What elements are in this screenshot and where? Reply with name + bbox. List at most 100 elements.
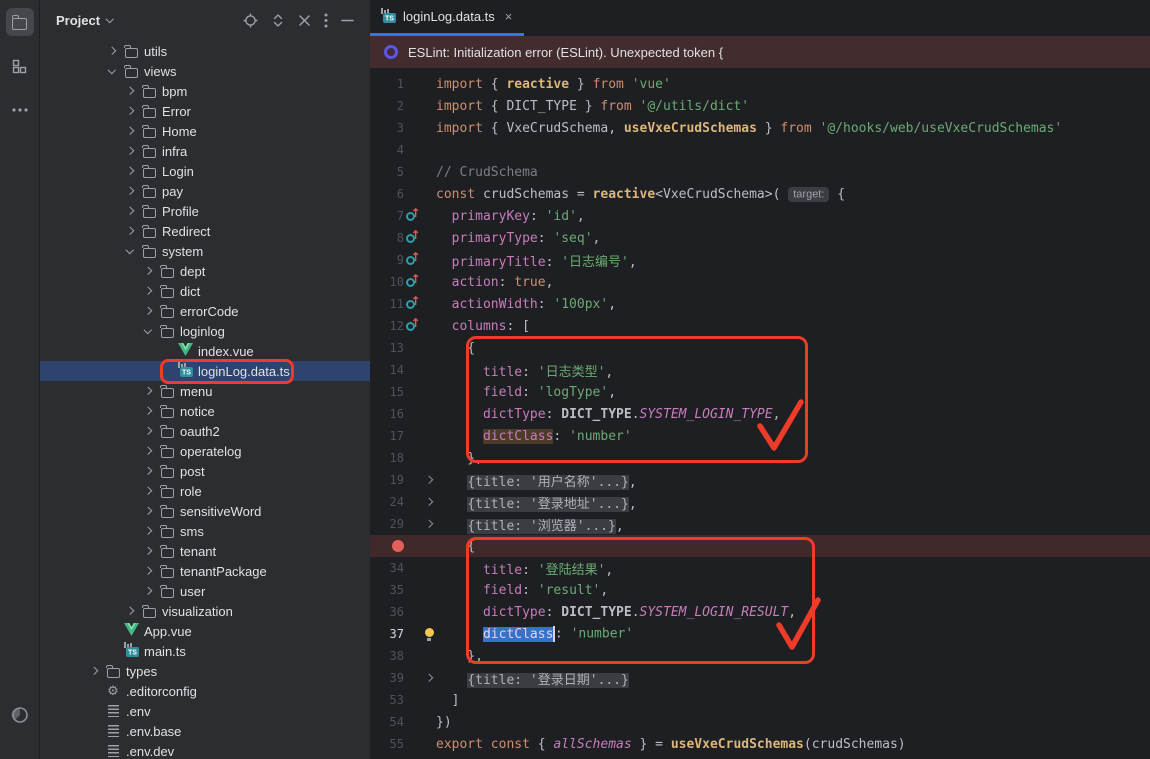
- line-number[interactable]: 9: [370, 253, 404, 267]
- fold-chevron-icon[interactable]: [425, 476, 433, 484]
- tree-item-views[interactable]: views: [40, 61, 370, 81]
- tree-item-tenant[interactable]: tenant: [40, 541, 370, 561]
- tree-item-sms[interactable]: sms: [40, 521, 370, 541]
- line-number[interactable]: 8: [370, 231, 404, 245]
- tree-item-system[interactable]: system: [40, 241, 370, 261]
- line-number[interactable]: 10: [370, 275, 404, 289]
- line-number[interactable]: 36: [370, 605, 404, 619]
- code-line[interactable]: 36 dictType: DICT_TYPE.SYSTEM_LOGIN_RESU…: [370, 601, 1150, 623]
- code-line[interactable]: 2import { DICT_TYPE } from '@/utils/dict…: [370, 95, 1150, 117]
- tree-item-infra[interactable]: infra: [40, 141, 370, 161]
- line-number[interactable]: 53: [370, 693, 404, 707]
- code-line[interactable]: 29 {title: '浏览器'...},: [370, 513, 1150, 535]
- line-number[interactable]: 11: [370, 297, 404, 311]
- line-number[interactable]: 12: [370, 319, 404, 333]
- tree-item-visualization[interactable]: visualization: [40, 601, 370, 621]
- line-number[interactable]: 54: [370, 715, 404, 729]
- code-line[interactable]: 1import { reactive } from 'vue': [370, 73, 1150, 95]
- code-line[interactable]: 34 title: '登陆结果',: [370, 557, 1150, 579]
- tree-item-loginlog-data-ts[interactable]: TSloginLog.data.ts: [40, 361, 370, 381]
- line-number[interactable]: 1: [370, 77, 404, 91]
- line-number[interactable]: 35: [370, 583, 404, 597]
- code-line[interactable]: 3import { VxeCrudSchema, useVxeCrudSchem…: [370, 117, 1150, 139]
- code-line[interactable]: 14 title: '日志类型',: [370, 359, 1150, 381]
- code-line[interactable]: 10 action: true,: [370, 271, 1150, 293]
- line-number[interactable]: 15: [370, 385, 404, 399]
- code-line[interactable]: 6const crudSchemas = reactive<VxeCrudSch…: [370, 183, 1150, 205]
- tree-item--env-dev[interactable]: .env.dev: [40, 741, 370, 759]
- line-number[interactable]: 18: [370, 451, 404, 465]
- collapse-all-icon[interactable]: [298, 14, 311, 27]
- breakpoint-icon[interactable]: [392, 540, 404, 552]
- code-line[interactable]: 24 {title: '登录地址'...},: [370, 491, 1150, 513]
- code-line[interactable]: 12 columns: [: [370, 315, 1150, 337]
- line-number[interactable]: 2: [370, 99, 404, 113]
- code-line[interactable]: 4: [370, 139, 1150, 161]
- tree-item--env-base[interactable]: .env.base: [40, 721, 370, 741]
- tree-item-error[interactable]: Error: [40, 101, 370, 121]
- code-line[interactable]: 54}): [370, 711, 1150, 733]
- tree-item-tenantpackage[interactable]: tenantPackage: [40, 561, 370, 581]
- tree-item-oauth2[interactable]: oauth2: [40, 421, 370, 441]
- tree-item-sensitiveword[interactable]: sensitiveWord: [40, 501, 370, 521]
- code-line[interactable]: 17 dictClass: 'number': [370, 425, 1150, 447]
- code-line[interactable]: 19 {title: '用户名称'...},: [370, 469, 1150, 491]
- hide-minimize-icon[interactable]: [341, 19, 354, 22]
- tree-item-dept[interactable]: dept: [40, 261, 370, 281]
- tree-item-menu[interactable]: menu: [40, 381, 370, 401]
- line-number[interactable]: 55: [370, 737, 404, 751]
- tree-item--env[interactable]: .env: [40, 701, 370, 721]
- structure-tool-window-button[interactable]: [6, 52, 34, 80]
- tree-item-redirect[interactable]: Redirect: [40, 221, 370, 241]
- line-number[interactable]: 4: [370, 143, 404, 157]
- line-number[interactable]: 39: [370, 671, 404, 685]
- tab-loginlog-data-ts[interactable]: TS loginLog.data.ts ×: [370, 0, 524, 36]
- tree-item-app-vue[interactable]: App.vue: [40, 621, 370, 641]
- code-line[interactable]: 11 actionWidth: '100px',: [370, 293, 1150, 315]
- line-number[interactable]: 14: [370, 363, 404, 377]
- code-line[interactable]: 8 primaryType: 'seq',: [370, 227, 1150, 249]
- line-number[interactable]: 13: [370, 341, 404, 355]
- code-line[interactable]: 7 primaryKey: 'id',: [370, 205, 1150, 227]
- tree-item-role[interactable]: role: [40, 481, 370, 501]
- lightbulb-icon[interactable]: [425, 628, 434, 637]
- tree-item-types[interactable]: types: [40, 661, 370, 681]
- code-line[interactable]: 18 },: [370, 447, 1150, 469]
- code-line[interactable]: 37 dictClass: 'number': [370, 623, 1150, 645]
- line-number[interactable]: 34: [370, 561, 404, 575]
- line-number[interactable]: 17: [370, 429, 404, 443]
- code-line[interactable]: 53 ]: [370, 689, 1150, 711]
- tree-item-login[interactable]: Login: [40, 161, 370, 181]
- tree-item-pay[interactable]: pay: [40, 181, 370, 201]
- chevron-down-icon[interactable]: [106, 15, 114, 23]
- fold-chevron-icon[interactable]: [425, 498, 433, 506]
- tree-item-notice[interactable]: notice: [40, 401, 370, 421]
- tree-item-errorcode[interactable]: errorCode: [40, 301, 370, 321]
- line-number[interactable]: 5: [370, 165, 404, 179]
- more-tool-windows-button[interactable]: [6, 96, 34, 124]
- options-kebab-icon[interactable]: [324, 13, 328, 28]
- code-line[interactable]: 35 field: 'result',: [370, 579, 1150, 601]
- expand-all-icon[interactable]: [271, 13, 285, 28]
- line-number[interactable]: [370, 540, 404, 552]
- tree-item--editorconfig[interactable]: ⚙.editorconfig: [40, 681, 370, 701]
- tree-item-home[interactable]: Home: [40, 121, 370, 141]
- code-line[interactable]: 9 primaryTitle: '日志编号',: [370, 249, 1150, 271]
- tree-item-dict[interactable]: dict: [40, 281, 370, 301]
- code-line[interactable]: 55export const { allSchemas } = useVxeCr…: [370, 733, 1150, 755]
- code-line[interactable]: 15 field: 'logType',: [370, 381, 1150, 403]
- tree-item-user[interactable]: user: [40, 581, 370, 601]
- code-line[interactable]: 38 },: [370, 645, 1150, 667]
- fold-chevron-icon[interactable]: [425, 674, 433, 682]
- line-number[interactable]: 19: [370, 473, 404, 487]
- line-number[interactable]: 37: [370, 627, 404, 641]
- code-line[interactable]: 13 {: [370, 337, 1150, 359]
- line-number[interactable]: 3: [370, 121, 404, 135]
- tree-item-profile[interactable]: Profile: [40, 201, 370, 221]
- tab-close-icon[interactable]: ×: [505, 9, 513, 24]
- line-number[interactable]: 24: [370, 495, 404, 509]
- tree-item-bpm[interactable]: bpm: [40, 81, 370, 101]
- code-line[interactable]: {: [370, 535, 1150, 557]
- code-line[interactable]: 39 {title: '登录日期'...}: [370, 667, 1150, 689]
- project-tool-window-button[interactable]: [6, 8, 34, 36]
